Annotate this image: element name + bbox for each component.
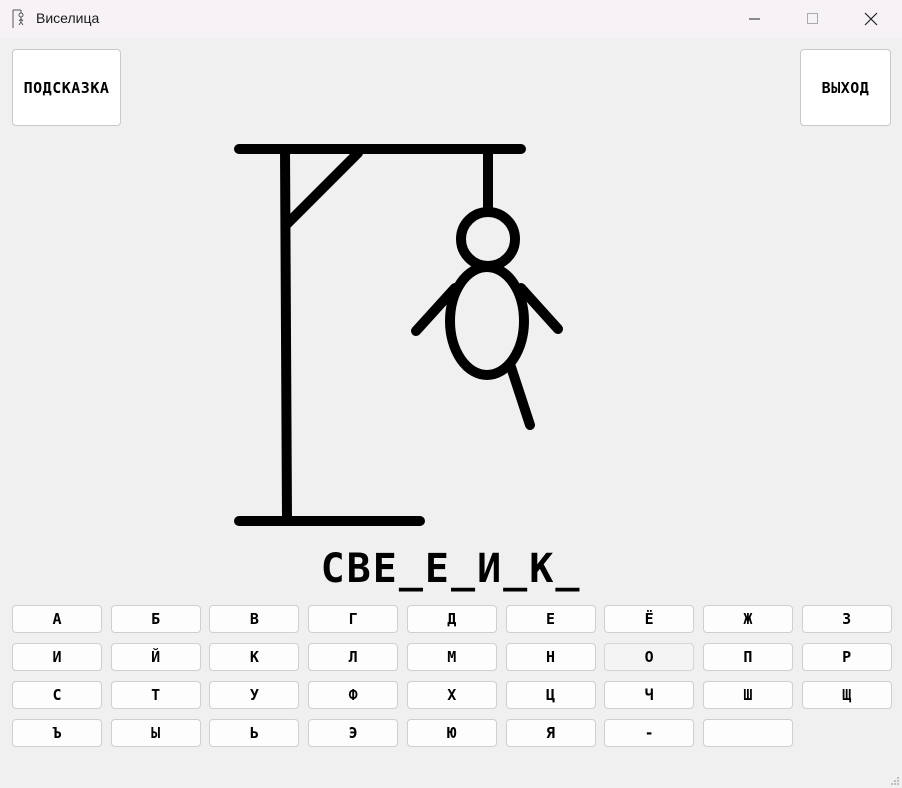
letter-key[interactable]: Ю xyxy=(406,719,497,747)
letter-key[interactable]: Л xyxy=(308,643,399,671)
letter-key[interactable]: Ъ xyxy=(12,719,102,747)
gallows-post xyxy=(280,144,292,526)
letter-key[interactable]: Ц xyxy=(505,681,596,709)
gallows-brace xyxy=(282,148,363,229)
letter-key[interactable]: Е xyxy=(505,605,596,633)
blank-key[interactable] xyxy=(702,719,793,747)
hangman-body xyxy=(445,262,529,380)
letter-key[interactable]: З xyxy=(801,605,892,633)
letter-key[interactable]: Ш xyxy=(702,681,793,709)
letter-key[interactable]: В xyxy=(209,605,300,633)
letter-key[interactable]: М xyxy=(406,643,497,671)
letter-key[interactable]: Б xyxy=(110,605,201,633)
letter-key[interactable]: Д xyxy=(406,605,497,633)
letter-key[interactable]: Щ xyxy=(801,681,892,709)
letter-key[interactable]: К xyxy=(209,643,300,671)
letter-key[interactable]: Й xyxy=(110,643,201,671)
letter-key[interactable]: С xyxy=(12,681,102,709)
letter-key[interactable]: Т xyxy=(110,681,201,709)
letter-key[interactable]: Г xyxy=(308,605,399,633)
hangman-right-leg xyxy=(506,362,535,430)
letter-key[interactable]: Ф xyxy=(308,681,399,709)
hangman-head xyxy=(456,207,520,271)
letter-key[interactable]: Э xyxy=(308,719,399,747)
letter-key[interactable]: Н xyxy=(505,643,596,671)
letter-key[interactable]: Ь xyxy=(209,719,300,747)
masked-word: СВЕ_Е_И_К_ xyxy=(320,546,582,592)
letter-key[interactable]: - xyxy=(604,719,695,747)
letter-key[interactable]: Р xyxy=(801,643,892,671)
letter-key[interactable]: Ы xyxy=(110,719,201,747)
letter-key[interactable]: Ж xyxy=(702,605,793,633)
letter-key[interactable]: И xyxy=(12,643,102,671)
resize-grip-icon[interactable] xyxy=(890,776,900,786)
letter-key[interactable]: Ч xyxy=(604,681,695,709)
letter-key[interactable]: Я xyxy=(505,719,596,747)
letter-key[interactable]: Ё xyxy=(604,605,695,633)
letter-key[interactable]: У xyxy=(209,681,300,709)
letter-key[interactable]: О xyxy=(604,643,695,671)
letter-key[interactable]: А xyxy=(12,605,102,633)
letter-key[interactable]: П xyxy=(702,643,793,671)
letter-key[interactable]: Х xyxy=(406,681,497,709)
